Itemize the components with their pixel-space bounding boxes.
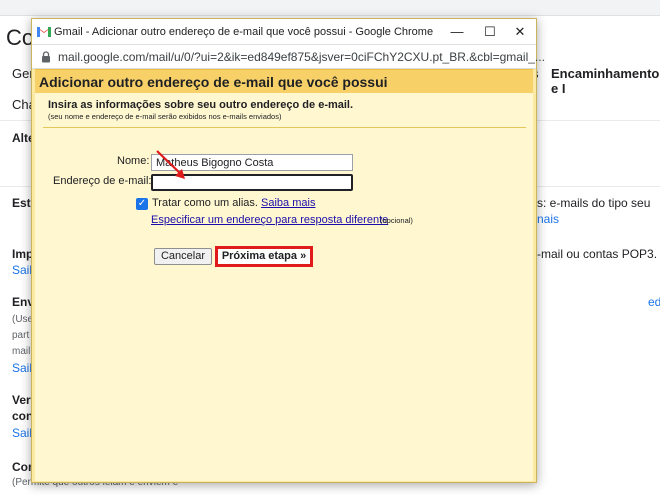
intro-text: Insira as informações sobre seu outro en… (48, 99, 354, 111)
window-titlebar[interactable]: Gmail - Adicionar outro endereço de e-ma… (32, 19, 536, 45)
browser-top-strip (0, 0, 660, 16)
name-label: Nome: (117, 155, 150, 167)
cancel-button[interactable]: Cancelar (154, 248, 212, 265)
minimize-button[interactable]: — (442, 22, 472, 42)
red-arrow-annotation (156, 150, 185, 179)
checkmark-icon: ✓ (137, 198, 147, 209)
optional-note: (opcional) (380, 216, 413, 225)
right-text: s: e-mails do tipo seu (537, 196, 651, 210)
section-note: part (12, 330, 30, 341)
reply-address-link[interactable]: Especificar um endereço para resposta di… (151, 214, 388, 226)
learn-more-link[interactable]: Sail (12, 426, 32, 440)
dialog-header: Adicionar outro endereço de e-mail que v… (35, 69, 533, 93)
dialog-content: Insira as informações sobre seu outro en… (35, 93, 533, 481)
alias-label: Tratar como um alias. (152, 197, 258, 209)
address-bar[interactable]: mail.google.com/mail/u/0/?ui=2&ik=ed849e… (32, 45, 545, 69)
maximize-button[interactable]: ☐ (475, 22, 505, 42)
tab-forwarding[interactable]: Encaminhamento e I (551, 66, 660, 96)
right-link[interactable]: nais (537, 212, 559, 226)
close-button[interactable]: ✕ (505, 22, 535, 42)
settings-title: Co (6, 25, 35, 50)
separator (43, 127, 526, 128)
section-note: (Use (12, 314, 34, 325)
alias-option: Tratar como um alias. Saiba mais (152, 197, 315, 209)
alias-checkbox[interactable]: ✓ (136, 198, 148, 210)
section-note: mail (12, 346, 31, 357)
gmail-icon (37, 26, 51, 37)
lock-icon (42, 51, 50, 63)
right-text: -mail ou contas POP3. (537, 247, 658, 261)
intro-note: (seu nome e endereço de e-mail serão exi… (48, 112, 282, 121)
section-verify: Ver (12, 393, 31, 407)
learn-more-link[interactable]: Sail (12, 263, 32, 277)
add-email-popup-window: Gmail - Adicionar outro endereço de e-ma… (31, 18, 545, 483)
email-label: Endereço de e-mail: (53, 175, 152, 187)
window-title: Gmail - Adicionar outro endereço de e-ma… (54, 26, 434, 38)
learn-more-link[interactable]: Saiba mais (261, 197, 315, 209)
dialog-title: Adicionar outro endereço de e-mail que v… (39, 74, 388, 90)
url-text: mail.google.com/mail/u/0/?ui=2&ik=ed849e… (58, 50, 545, 64)
learn-more-link[interactable]: Sail (12, 361, 32, 375)
next-step-button[interactable]: Próxima etapa » (215, 246, 313, 267)
edit-link[interactable]: ed (648, 295, 660, 309)
